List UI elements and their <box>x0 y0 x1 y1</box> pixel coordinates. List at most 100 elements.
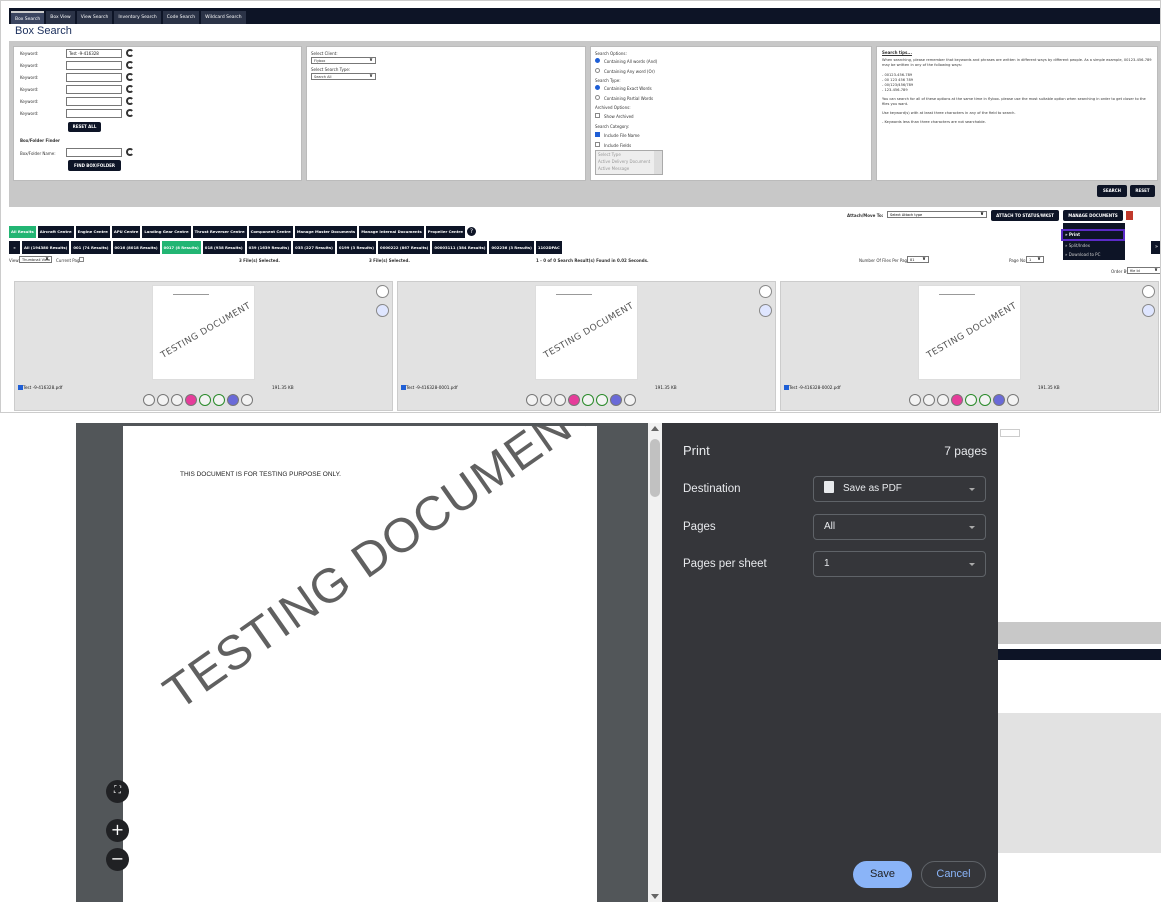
document-thumbnail[interactable]: TESTING DOCUMENT <box>152 285 255 380</box>
category-all-results[interactable]: All Results <box>9 226 36 238</box>
rotate-icon[interactable] <box>376 304 389 317</box>
file-name[interactable]: Test -9-416328-0002.pdf <box>789 385 841 390</box>
radio-partial[interactable] <box>595 95 600 100</box>
fit-to-page-icon[interactable]: ⛶ <box>106 780 129 803</box>
tab-box-search[interactable]: Box Search <box>11 11 45 24</box>
pdf-icon[interactable] <box>1126 211 1133 220</box>
zoom-out-icon[interactable]: − <box>106 848 129 871</box>
list-scrollbar[interactable] <box>654 151 662 174</box>
keyword-input-1[interactable]: Test -9-416328 <box>66 49 122 58</box>
list-icon[interactable] <box>554 394 566 406</box>
list-item[interactable]: Select Type <box>598 152 621 157</box>
result-tab[interactable]: 018 (938 Results) <box>202 241 245 254</box>
chevron-left-icon[interactable]: « <box>9 241 20 254</box>
keyword-input-6[interactable] <box>66 109 122 118</box>
chevron-right-icon[interactable]: » <box>1151 241 1160 254</box>
reset-button[interactable]: RESET <box>1130 185 1155 197</box>
show-archived-checkbox[interactable] <box>595 113 600 118</box>
sync-icon[interactable] <box>213 394 225 406</box>
include-file-name-checkbox[interactable] <box>595 132 600 137</box>
scroll-thumb[interactable] <box>650 439 660 497</box>
page-no-select[interactable]: 1 <box>1026 256 1044 263</box>
rotate-icon[interactable] <box>759 304 772 317</box>
list-icon[interactable] <box>937 394 949 406</box>
view-select[interactable]: Thumbnail View <box>19 256 52 263</box>
list-item[interactable]: Active Delivery Document <box>598 159 650 164</box>
image-icon[interactable] <box>993 394 1005 406</box>
per-page-select[interactable]: 81 <box>907 256 929 263</box>
include-fields-checkbox[interactable] <box>595 142 600 147</box>
folder-icon[interactable] <box>568 394 580 406</box>
file-name[interactable]: Test -9-416328-0001.pdf <box>406 385 458 390</box>
radio-all-words[interactable] <box>595 58 600 63</box>
refresh-icon[interactable] <box>199 394 211 406</box>
pdf-icon[interactable] <box>540 394 552 406</box>
tab-wildcard-search[interactable]: Wildcard Search <box>201 11 246 24</box>
result-tab[interactable]: 002236 (3 Results) <box>489 241 534 254</box>
sync-icon[interactable] <box>596 394 608 406</box>
result-tab[interactable]: 00003111 (384 Results) <box>432 241 488 254</box>
document-thumbnail[interactable]: TESTING DOCUMENT <box>535 285 638 380</box>
scroll-up-icon[interactable] <box>651 426 659 431</box>
category-component[interactable]: Component Centre <box>248 226 293 238</box>
client-select[interactable]: Flybox <box>311 57 376 64</box>
box-folder-input[interactable] <box>66 148 122 157</box>
view-icon[interactable] <box>909 394 921 406</box>
scroll-down-icon[interactable] <box>651 894 659 899</box>
refresh-icon[interactable] <box>126 73 134 81</box>
share-icon[interactable] <box>759 285 772 298</box>
result-tab[interactable]: 039 (1639 Results) <box>246 241 292 254</box>
result-tab[interactable]: 0017 (8 Results) <box>161 241 201 254</box>
category-landing-gear[interactable]: Landing Gear Centre <box>142 226 191 238</box>
list-item[interactable]: Active Message <box>598 166 629 171</box>
image-icon[interactable] <box>227 394 239 406</box>
pages-per-sheet-select[interactable]: 1 <box>813 551 986 577</box>
refresh-icon[interactable] <box>126 85 134 93</box>
current-page-checkbox[interactable] <box>79 257 84 262</box>
refresh-icon[interactable] <box>126 148 134 156</box>
file-name[interactable]: Test -9-416328.pdf <box>23 385 62 390</box>
search-icon[interactable] <box>1007 394 1019 406</box>
image-icon[interactable] <box>610 394 622 406</box>
reset-all-button[interactable]: RESET ALL <box>68 122 101 132</box>
category-internal-docs[interactable]: Manage Internal Documents <box>359 226 424 238</box>
list-icon[interactable] <box>171 394 183 406</box>
refresh-icon[interactable] <box>126 97 134 105</box>
zoom-in-icon[interactable]: + <box>106 819 129 842</box>
folder-icon[interactable] <box>951 394 963 406</box>
preview-scrollbar[interactable] <box>648 423 662 902</box>
category-thrust-reverser[interactable]: Thrust Reverser Centre <box>192 226 247 238</box>
search-icon[interactable] <box>624 394 636 406</box>
field-list[interactable]: Select Type Active Delivery Document Act… <box>595 150 663 175</box>
document-card[interactable]: TESTING DOCUMENT Test -9-416328-0002.pdf… <box>780 281 1159 411</box>
document-thumbnail[interactable]: TESTING DOCUMENT <box>918 285 1021 380</box>
document-card[interactable]: TESTING DOCUMENT Test -9-416328-0001.pdf… <box>397 281 776 411</box>
tab-view-search[interactable]: View Search <box>76 11 113 24</box>
category-aircraft[interactable]: Aircraft Centre <box>37 226 74 238</box>
tab-inventory-search[interactable]: Inventory Search <box>114 11 161 24</box>
result-tab[interactable]: 0016 (8018 Results) <box>112 241 160 254</box>
view-icon[interactable] <box>526 394 538 406</box>
attach-type-select[interactable]: Select Attach type <box>887 211 987 218</box>
search-icon[interactable] <box>241 394 253 406</box>
refresh-icon[interactable] <box>965 394 977 406</box>
pages-select[interactable]: All <box>813 514 986 540</box>
pdf-icon[interactable] <box>157 394 169 406</box>
keyword-input-5[interactable] <box>66 97 122 106</box>
view-icon[interactable] <box>143 394 155 406</box>
result-tab[interactable]: All (194380 Results) <box>22 241 70 254</box>
tab-box-view[interactable]: Box View <box>46 11 75 24</box>
share-icon[interactable] <box>1142 285 1155 298</box>
attach-to-status-button[interactable]: ATTACH TO STATUS/WKST <box>991 210 1059 221</box>
refresh-icon[interactable] <box>582 394 594 406</box>
find-box-folder-button[interactable]: FIND BOX/FOLDER <box>68 160 121 171</box>
order-by-select[interactable]: file Id <box>1127 267 1160 274</box>
category-master-docs[interactable]: Manage Master Documents <box>294 226 358 238</box>
tab-code-search[interactable]: Code Search <box>162 11 200 24</box>
result-tab[interactable]: 0199 (3 Results) <box>336 241 377 254</box>
help-icon[interactable]: ? <box>466 227 476 236</box>
manage-documents-button[interactable]: MANAGE DOCUMENTS <box>1063 210 1123 221</box>
refresh-icon[interactable] <box>126 49 134 57</box>
radio-exact[interactable] <box>595 85 600 90</box>
sync-icon[interactable] <box>979 394 991 406</box>
